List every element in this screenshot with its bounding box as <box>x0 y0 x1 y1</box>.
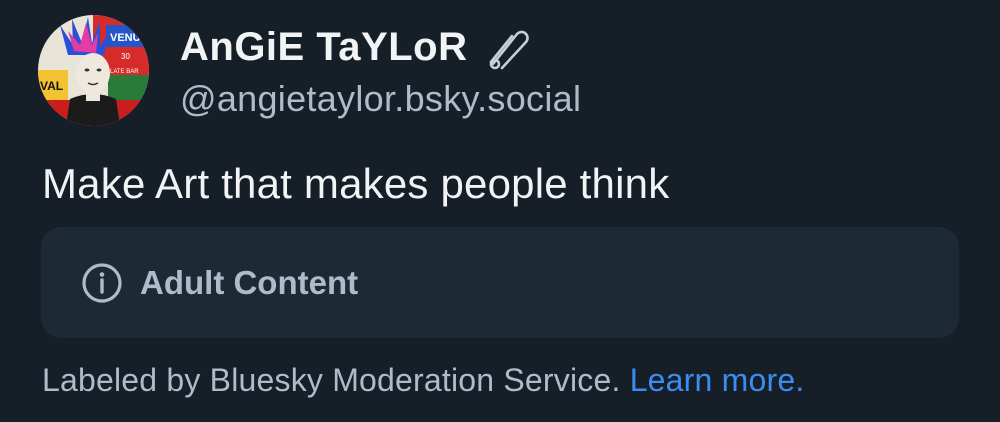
author-info: AnGiE TaYLoR @angietaylor.bsky.social <box>180 20 581 120</box>
svg-text:30: 30 <box>121 52 130 61</box>
svg-text:LATE BAR: LATE BAR <box>110 69 139 75</box>
content-warning-label: Adult Content <box>140 263 359 301</box>
post: VENU 30 LATE BAR VAL AnGiE TaYLoR @angie… <box>0 0 1000 422</box>
svg-text:VAL: VAL <box>40 79 63 93</box>
display-name[interactable]: AnGiE TaYLoR <box>180 25 467 70</box>
post-text: Make Art that makes people think <box>42 160 670 207</box>
learn-more-link[interactable]: Learn more. <box>630 362 805 398</box>
labeled-by-text: Labeled by Bluesky Moderation Service. <box>42 362 621 398</box>
avatar[interactable]: VENU 30 LATE BAR VAL <box>38 15 149 126</box>
avatar-image: VENU 30 LATE BAR VAL <box>38 15 149 126</box>
author-handle[interactable]: @angietaylor.bsky.social <box>180 78 581 120</box>
moderation-label: Labeled by Bluesky Moderation Service. L… <box>42 362 804 399</box>
display-name-row: AnGiE TaYLoR <box>180 20 581 74</box>
content-warning-button[interactable]: Adult Content <box>41 227 959 338</box>
info-icon <box>81 262 123 304</box>
safety-pin-icon <box>481 20 535 74</box>
svg-text:VENU: VENU <box>110 32 141 44</box>
